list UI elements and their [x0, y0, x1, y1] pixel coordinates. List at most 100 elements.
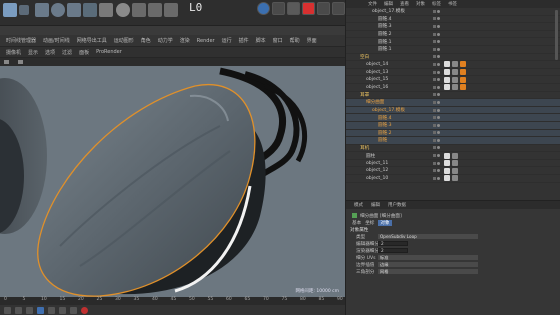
menu-item[interactable]: 插件 — [239, 37, 249, 44]
object-row[interactable]: 圆锥.1 — [346, 38, 560, 46]
visibility-toggle[interactable] — [433, 93, 436, 97]
visibility-toggle[interactable] — [433, 146, 436, 150]
pen-icon[interactable] — [148, 3, 162, 17]
timeline-ruler[interactable]: 0 5 10 15 20 25 30 35 40 45 50 55 60 65 70 75 80 85 90 — [0, 297, 345, 305]
menu-item[interactable]: 显示 — [28, 49, 38, 56]
material-tag-icon[interactable] — [444, 175, 450, 182]
uv-tag-icon[interactable] — [452, 167, 458, 174]
visibility-toggle[interactable] — [433, 9, 436, 13]
object-row[interactable]: 圆锥.2 — [346, 31, 560, 39]
render-toggle[interactable] — [437, 93, 440, 97]
render-toggle[interactable] — [437, 32, 440, 36]
render-toggle[interactable] — [437, 47, 440, 51]
material-tag-icon[interactable] — [444, 69, 450, 76]
menu-item[interactable]: 时间线管理器 — [6, 37, 36, 44]
menu-item[interactable]: 运动图形 — [114, 37, 134, 44]
layout-icon[interactable] — [332, 2, 345, 15]
menu-item[interactable]: 渲染 — [180, 37, 190, 44]
render-toggle[interactable] — [437, 138, 440, 142]
menu-item[interactable]: 窗口 — [273, 37, 283, 44]
menu-item[interactable]: 动力学 — [158, 37, 173, 44]
next-frame-button[interactable] — [48, 306, 55, 314]
render-toggle[interactable] — [437, 116, 440, 120]
render-toggle[interactable] — [437, 78, 440, 82]
render-toggle[interactable] — [437, 17, 440, 21]
selection-icon[interactable] — [19, 5, 29, 15]
visibility-toggle[interactable] — [433, 24, 436, 28]
object-row[interactable]: 圆柱 — [346, 152, 560, 160]
goto-end-button[interactable] — [70, 306, 77, 314]
object-row[interactable]: object_16 — [346, 84, 560, 92]
object-row[interactable]: 细分曲面 — [346, 99, 560, 107]
object-row[interactable]: 圆锥.2 — [346, 129, 560, 138]
menu-item[interactable]: Render — [197, 38, 215, 44]
object-row[interactable]: 圆锥.1 — [346, 46, 560, 54]
object-row[interactable]: 圆锥 — [346, 137, 560, 145]
material-tag-icon[interactable] — [444, 61, 450, 68]
render-toggle[interactable] — [437, 70, 440, 74]
object-row[interactable]: 圆锥.3 — [346, 121, 560, 130]
object-row[interactable]: 耳机 — [346, 145, 560, 153]
menu-item[interactable]: 角色 — [141, 37, 151, 44]
attribute-dropdown[interactable]: 标准 — [378, 255, 478, 260]
attribute-input[interactable]: 2 — [378, 248, 408, 253]
visibility-toggle[interactable] — [433, 70, 436, 74]
object-row[interactable]: 空白 — [346, 54, 560, 62]
attribute-input[interactable]: 2 — [378, 241, 408, 246]
visibility-toggle[interactable] — [433, 123, 436, 127]
phong-tag-icon[interactable] — [460, 61, 466, 68]
material-tag-icon[interactable] — [444, 76, 450, 83]
snap-icon[interactable] — [257, 2, 270, 15]
rotate-icon[interactable] — [51, 3, 65, 17]
object-scrollbar[interactable] — [555, 10, 558, 60]
next-key-button[interactable] — [59, 306, 66, 314]
visibility-toggle[interactable] — [433, 78, 436, 82]
render-toggle[interactable] — [437, 131, 440, 135]
render-toggle[interactable] — [437, 123, 440, 127]
tab-coord[interactable]: 坐标 — [365, 220, 374, 226]
render-toggle[interactable] — [437, 9, 440, 13]
phong-tag-icon[interactable] — [460, 84, 466, 91]
menu-item[interactable]: 帮助 — [290, 37, 300, 44]
view-display-icon[interactable] — [18, 60, 23, 64]
render-toggle[interactable] — [437, 154, 440, 158]
render-toggle[interactable] — [437, 40, 440, 44]
am-menu-userdata[interactable]: 用户数据 — [388, 202, 406, 208]
object-row[interactable]: 耳罩 — [346, 92, 560, 100]
render-toggle[interactable] — [437, 161, 440, 165]
visibility-toggle[interactable] — [433, 55, 436, 59]
viewport-3d[interactable]: 网格间距: 10000 cm — [0, 66, 345, 297]
menu-item[interactable]: 选项 — [45, 49, 55, 56]
om-menu-view[interactable]: 查看 — [400, 1, 409, 7]
material-tag-icon[interactable] — [444, 167, 450, 174]
undo-icon[interactable] — [3, 3, 17, 17]
move-icon[interactable] — [35, 3, 49, 17]
array-icon[interactable] — [164, 3, 178, 17]
record-icon[interactable] — [302, 2, 315, 15]
visibility-toggle[interactable] — [433, 47, 436, 51]
object-row[interactable]: object_13 — [346, 69, 560, 77]
object-row[interactable]: object_17.模板 — [346, 8, 560, 16]
visibility-toggle[interactable] — [433, 32, 436, 36]
uv-tag-icon[interactable] — [452, 175, 458, 182]
render-toggle[interactable] — [437, 176, 440, 180]
axis-icon[interactable] — [83, 3, 97, 17]
menu-item[interactable]: 过滤 — [62, 49, 72, 56]
material-tag-icon[interactable] — [444, 84, 450, 91]
object-row[interactable]: 圆锥.4 — [346, 16, 560, 24]
am-menu-mode[interactable]: 模式 — [354, 202, 363, 208]
scale-icon[interactable] — [67, 3, 81, 17]
visibility-toggle[interactable] — [433, 100, 436, 104]
light-icon[interactable] — [116, 3, 130, 17]
uv-tag-icon[interactable] — [452, 61, 458, 68]
menu-item[interactable]: 面板 — [79, 49, 89, 56]
visibility-toggle[interactable] — [433, 131, 436, 135]
render-toggle[interactable] — [437, 100, 440, 104]
uv-tag-icon[interactable] — [452, 76, 458, 83]
mode-icon[interactable] — [287, 2, 300, 15]
visibility-toggle[interactable] — [433, 40, 436, 44]
render-view-icon[interactable] — [99, 3, 113, 17]
menu-item[interactable]: 摄像机 — [6, 49, 21, 56]
menu-item[interactable]: 脚本 — [256, 37, 266, 44]
material-tag-icon[interactable] — [444, 152, 450, 159]
